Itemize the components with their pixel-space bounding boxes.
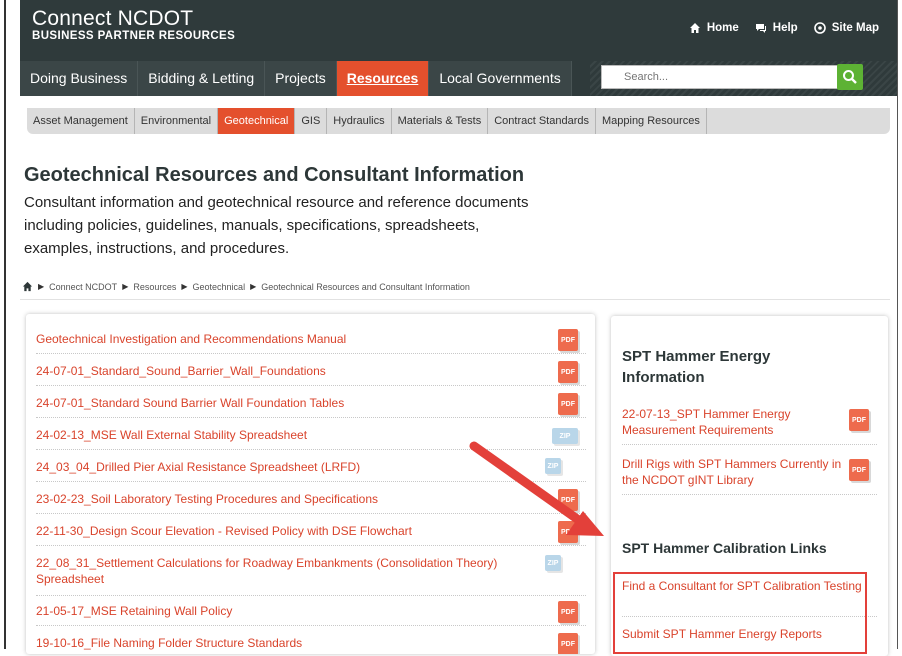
- home-link-label: Home: [706, 22, 739, 34]
- document-item[interactable]: 19-10-16_File Naming Folder Structure St…: [36, 631, 586, 654]
- zip-icon: ZIP: [545, 458, 561, 474]
- pdf-icon: PDF: [558, 489, 578, 511]
- pdf-icon: PDF: [558, 521, 578, 543]
- pdf-icon: PDF: [558, 329, 578, 351]
- home-icon: [689, 23, 700, 33]
- sitemap-icon: [813, 22, 826, 34]
- home-link[interactable]: Home: [689, 22, 739, 34]
- document-link[interactable]: Geotechnical Investigation and Recommend…: [36, 327, 536, 347]
- breadcrumb: ▶ Connect NCDOT ▶ Resources ▶ Geotechnic…: [22, 281, 470, 292]
- document-link[interactable]: 23-02-23_Soil Laboratory Testing Procedu…: [36, 487, 536, 507]
- nav-doing-business[interactable]: Doing Business: [20, 61, 139, 96]
- document-item[interactable]: 21-05-17_MSE Retaining Wall Policy PDF: [36, 599, 586, 626]
- zip-icon: ZIP: [545, 555, 561, 571]
- document-list: Geotechnical Investigation and Recommend…: [26, 314, 595, 654]
- breadcrumb-connect-ncdot[interactable]: Connect NCDOT: [49, 282, 117, 292]
- breadcrumb-separator-icon: ▶: [250, 282, 257, 291]
- highlight-box: [613, 572, 867, 654]
- sub-nav: Asset Management Environmental Geotechni…: [27, 108, 890, 134]
- brand-logo[interactable]: Connect NCDOT BUSINESS PARTNER RESOURCES: [32, 8, 235, 43]
- document-link[interactable]: 19-10-16_File Naming Folder Structure St…: [36, 631, 536, 651]
- brand-name: Connect NCDOT: [32, 7, 194, 30]
- document-item[interactable]: 22_08_31_Settlement Calculations for Roa…: [36, 551, 586, 596]
- page-intro: Consultant information and geotechnical …: [24, 194, 529, 257]
- breadcrumb-divider: [20, 299, 890, 300]
- home-icon[interactable]: [22, 281, 33, 292]
- document-link[interactable]: 24-07-01_Standard Sound Barrier Wall Fou…: [36, 391, 536, 411]
- subnav-geotechnical[interactable]: Geotechnical: [218, 108, 296, 134]
- page-title: Geotechnical Resources and Consultant In…: [24, 164, 525, 186]
- main-nav: Doing Business Bidding & Letting Project…: [20, 61, 572, 96]
- subnav-asset-management[interactable]: Asset Management: [27, 108, 135, 134]
- document-link[interactable]: 22_08_31_Settlement Calculations for Roa…: [36, 551, 536, 587]
- help-link[interactable]: Help: [755, 22, 798, 34]
- search-button[interactable]: [837, 64, 863, 90]
- brand-subtitle: BUSINESS PARTNER RESOURCES: [32, 30, 236, 42]
- pdf-icon: PDF: [849, 459, 869, 481]
- document-link[interactable]: 24_03_04_Drilled Pier Axial Resistance S…: [36, 455, 536, 475]
- chat-icon: [755, 24, 766, 33]
- side-document-item[interactable]: Drill Rigs with SPT Hammers Currently in…: [622, 456, 877, 495]
- document-item[interactable]: 24_03_04_Drilled Pier Axial Resistance S…: [36, 455, 586, 482]
- document-item[interactable]: 24-07-01_Standard_Sound_Barrier_Wall_Fou…: [36, 359, 586, 386]
- breadcrumb-separator-icon: ▶: [181, 282, 188, 291]
- pdf-icon: PDF: [558, 601, 578, 623]
- document-link[interactable]: 21-05-17_MSE Retaining Wall Policy: [36, 599, 536, 619]
- subnav-materials-tests[interactable]: Materials & Tests: [392, 108, 489, 134]
- document-item[interactable]: 24-07-01_Standard Sound Barrier Wall Fou…: [36, 391, 586, 418]
- window-edge-left: [4, 0, 6, 649]
- side-document-link[interactable]: Drill Rigs with SPT Hammers Currently in…: [622, 456, 842, 488]
- search-icon: [843, 70, 857, 84]
- breadcrumb-geotechnical[interactable]: Geotechnical: [193, 282, 246, 292]
- document-item[interactable]: Geotechnical Investigation and Recommend…: [36, 327, 586, 354]
- breadcrumb-separator-icon: ▶: [122, 282, 129, 291]
- sitemap-link-label: Site Map: [831, 22, 879, 34]
- document-link[interactable]: 24-02-13_MSE Wall External Stability Spr…: [36, 423, 536, 443]
- pdf-icon: PDF: [558, 361, 578, 383]
- document-item[interactable]: 23-02-23_Soil Laboratory Testing Procedu…: [36, 487, 586, 514]
- sitemap-link[interactable]: Site Map: [813, 22, 879, 34]
- document-link[interactable]: 22-11-30_Design Scour Elevation - Revise…: [36, 519, 536, 539]
- nav-bidding-letting[interactable]: Bidding & Letting: [138, 61, 266, 96]
- window-edge-right: [897, 0, 898, 649]
- subnav-contract-standards[interactable]: Contract Standards: [488, 108, 596, 134]
- help-link-label: Help: [772, 22, 798, 34]
- pdf-icon: PDF: [558, 393, 578, 415]
- nav-projects[interactable]: Projects: [265, 61, 337, 96]
- breadcrumb-current: Geotechnical Resources and Consultant In…: [261, 281, 470, 292]
- nav-local-governments[interactable]: Local Governments: [429, 61, 572, 96]
- nav-resources[interactable]: Resources: [336, 61, 430, 96]
- search-input[interactable]: [601, 65, 838, 89]
- spt-calibration-heading: SPT Hammer Calibration Links: [622, 540, 827, 556]
- pdf-icon: PDF: [558, 633, 578, 654]
- subnav-hydraulics[interactable]: Hydraulics: [327, 108, 392, 134]
- document-item[interactable]: 24-02-13_MSE Wall External Stability Spr…: [36, 423, 586, 450]
- utility-links: Home Help Site Map: [689, 22, 879, 34]
- subnav-mapping-resources[interactable]: Mapping Resources: [596, 108, 707, 134]
- subnav-environmental[interactable]: Environmental: [135, 108, 219, 134]
- document-item[interactable]: 22-11-30_Design Scour Elevation - Revise…: [36, 519, 586, 546]
- zip-icon: ZIP: [552, 428, 578, 444]
- document-link[interactable]: 24-07-01_Standard_Sound_Barrier_Wall_Fou…: [36, 359, 536, 379]
- subnav-gis[interactable]: GIS: [295, 108, 328, 134]
- spt-energy-heading: SPT Hammer Energy Information: [622, 348, 771, 386]
- breadcrumb-separator-icon: ▶: [38, 282, 45, 291]
- side-document-item[interactable]: 22-07-13_SPT Hammer Energy Measurement R…: [622, 406, 877, 445]
- side-document-link[interactable]: 22-07-13_SPT Hammer Energy Measurement R…: [622, 406, 842, 438]
- pdf-icon: PDF: [849, 409, 869, 431]
- breadcrumb-resources[interactable]: Resources: [133, 282, 176, 292]
